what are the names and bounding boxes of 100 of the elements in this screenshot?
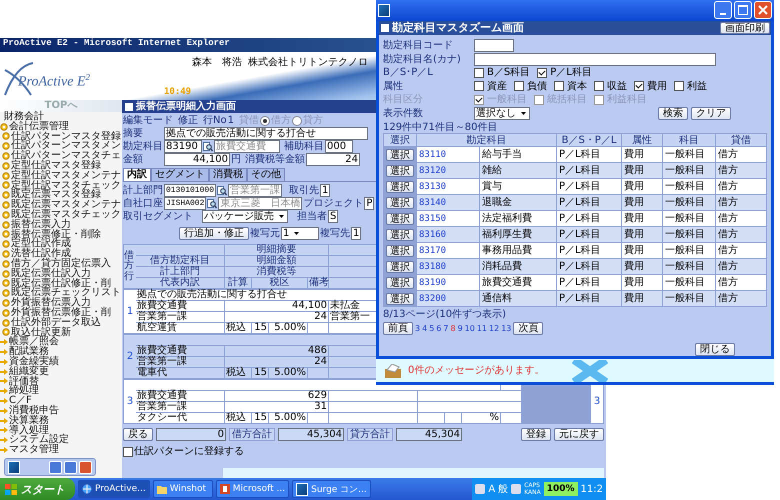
project-field[interactable]: P bbox=[364, 197, 374, 210]
amount-field[interactable]: 44,100 bbox=[164, 153, 230, 166]
tab[interactable]: セグメント bbox=[151, 168, 209, 181]
code-input[interactable] bbox=[474, 39, 514, 52]
taskbar-button[interactable]: Surge コン... bbox=[292, 480, 371, 498]
maximize-icon[interactable] bbox=[734, 1, 752, 20]
tree-item[interactable]: 既定伝票マスタチェック bbox=[0, 210, 122, 220]
tree-item[interactable]: 決算業務 bbox=[0, 416, 122, 426]
search-button[interactable]: 検索 bbox=[658, 106, 688, 120]
client-field[interactable]: 1 bbox=[320, 184, 330, 197]
tree-item[interactable]: 既定伝票仕訳修正・削 bbox=[0, 278, 122, 288]
checkbox[interactable] bbox=[514, 81, 524, 92]
tree-item[interactable]: 外貨振替伝票入力 bbox=[0, 298, 122, 308]
select-button[interactable]: 選択 bbox=[386, 164, 414, 177]
checkbox[interactable] bbox=[474, 68, 484, 78]
search-icon[interactable] bbox=[217, 186, 228, 196]
page-link[interactable]: 11 bbox=[476, 324, 488, 334]
next-page-button[interactable]: 次頁 bbox=[513, 322, 544, 336]
kana-input[interactable] bbox=[474, 52, 716, 66]
minimize-icon[interactable] bbox=[714, 1, 732, 20]
checkbox[interactable] bbox=[674, 81, 684, 92]
bank-code-field[interactable]: JISHA002 bbox=[164, 197, 206, 210]
taskbar-button[interactable]: Winshot bbox=[152, 480, 213, 498]
account-code-link[interactable]: 83180 bbox=[417, 259, 479, 274]
tab[interactable]: 内訳 bbox=[123, 168, 151, 181]
tree-item[interactable]: 締処理 bbox=[0, 386, 122, 396]
tab[interactable]: その他 bbox=[247, 168, 285, 181]
tree-item[interactable]: C／F bbox=[0, 396, 122, 406]
select-button[interactable]: 選択 bbox=[386, 244, 414, 257]
account-code-link[interactable]: 83110 bbox=[417, 147, 479, 162]
tree-item[interactable]: 外貨振替伝票修正・削 bbox=[0, 308, 122, 318]
page-link[interactable]: 12 bbox=[489, 324, 500, 334]
page-link[interactable]: 6 bbox=[436, 324, 442, 334]
tree-item[interactable]: 振替伝票入力 bbox=[0, 220, 122, 230]
tree-item[interactable]: 定型仕訳マスタ登録 bbox=[0, 160, 122, 171]
tree-item[interactable]: 資金繰実績 bbox=[0, 356, 122, 367]
tab[interactable]: 消費税 bbox=[209, 168, 247, 181]
tree-item[interactable]: 組織変更 bbox=[0, 366, 122, 377]
print-button[interactable]: 画面印刷 bbox=[720, 22, 770, 34]
account-code-link[interactable]: 83190 bbox=[417, 275, 479, 290]
page-link[interactable]: 5 bbox=[429, 324, 434, 334]
select-button[interactable]: 選択 bbox=[386, 276, 414, 289]
staff-field[interactable]: S bbox=[328, 210, 338, 223]
tree-item[interactable]: 仕訳パターンマスタ登録 bbox=[0, 132, 122, 142]
account-code-field[interactable]: 83190 bbox=[164, 140, 202, 153]
account-code-link[interactable]: 83160 bbox=[417, 227, 479, 242]
previous-page-button[interactable]: 前頁 bbox=[383, 322, 413, 336]
start-button[interactable]: スタート bbox=[0, 478, 75, 500]
select-button[interactable]: 選択 bbox=[386, 196, 414, 209]
tree-item[interactable]: 定型仕訳マスタメンテナ bbox=[0, 170, 122, 181]
tree-item[interactable]: 会計伝票管理 bbox=[0, 122, 122, 132]
copy-to-field[interactable]: 1 bbox=[351, 227, 362, 240]
page-link[interactable]: 3 bbox=[415, 324, 420, 334]
account-code-link[interactable]: 83130 bbox=[417, 179, 479, 194]
sub-account-field[interactable]: 000 bbox=[325, 140, 353, 153]
restore-icon[interactable] bbox=[49, 460, 62, 474]
department-code-field[interactable]: 0130101000 bbox=[164, 184, 216, 197]
tree-item[interactable]: 定型仕訳マスタチェック bbox=[0, 180, 122, 190]
back-button[interactable]: 戻る bbox=[123, 428, 153, 441]
register-button[interactable]: 登録 bbox=[521, 428, 551, 441]
tree-item[interactable]: 洗替仕訳作成 bbox=[0, 249, 122, 259]
tree-item[interactable]: 振替伝票修正・削除 bbox=[0, 230, 122, 240]
select-button[interactable]: 選択 bbox=[386, 212, 414, 225]
account-code-link[interactable]: 83170 bbox=[417, 243, 479, 258]
account-code-link[interactable]: 83120 bbox=[417, 163, 479, 178]
tree-item[interactable]: 既定伝票仕訳入力 bbox=[0, 268, 122, 279]
account-code-link[interactable]: 83150 bbox=[417, 211, 479, 226]
maximize-icon[interactable] bbox=[64, 460, 77, 474]
add-row-button[interactable]: 行追加・修正 bbox=[179, 227, 249, 240]
summary-field[interactable]: 拠点での販売活動に関する打合せ bbox=[164, 127, 368, 140]
checkbox[interactable] bbox=[123, 446, 133, 456]
close-icon[interactable] bbox=[79, 460, 92, 474]
select-button[interactable]: 選択 bbox=[386, 292, 414, 305]
close-button[interactable]: 閉じる bbox=[695, 343, 735, 356]
tree-item[interactable]: 既定伝票マスタメンテナ bbox=[0, 200, 122, 210]
close-icon[interactable] bbox=[754, 1, 772, 20]
select-button[interactable]: 選択 bbox=[386, 180, 414, 193]
tree-item[interactable]: 評価替 bbox=[0, 376, 122, 386]
tax-amount-field[interactable]: 24 bbox=[306, 153, 360, 166]
search-icon[interactable] bbox=[203, 142, 213, 152]
account-code-link[interactable]: 83140 bbox=[417, 195, 479, 210]
checkbox[interactable] bbox=[554, 81, 564, 92]
select-button[interactable]: 選択 bbox=[386, 260, 414, 273]
search-icon[interactable] bbox=[207, 198, 218, 208]
tree-item[interactable]: システム設定 bbox=[0, 435, 122, 446]
tree-item[interactable]: 借方／貸方固定伝票入 bbox=[0, 258, 122, 269]
checkbox[interactable] bbox=[594, 81, 604, 92]
taskbar-button[interactable]: ProActive... bbox=[78, 480, 150, 498]
tree-item[interactable]: 仕訳パターンマスタチェ bbox=[0, 151, 122, 161]
tree-item[interactable]: 消費税申告 bbox=[0, 406, 122, 416]
revert-button[interactable]: 元に戻す bbox=[554, 428, 604, 441]
segment-dropdown[interactable]: パッケージ販売 bbox=[202, 210, 288, 223]
tree-item[interactable]: 仕訳外部データ取込 bbox=[0, 318, 122, 328]
tree-item[interactable]: 配賦業務 bbox=[0, 347, 122, 357]
clear-button[interactable]: クリア bbox=[691, 106, 731, 120]
copy-from-dropdown[interactable]: 1 bbox=[281, 227, 319, 240]
select-button[interactable]: 選択 bbox=[386, 228, 414, 241]
account-code-link[interactable]: 83200 bbox=[417, 291, 479, 306]
page-link[interactable]: 7 bbox=[443, 324, 448, 334]
page-link[interactable]: 4 bbox=[422, 324, 428, 334]
